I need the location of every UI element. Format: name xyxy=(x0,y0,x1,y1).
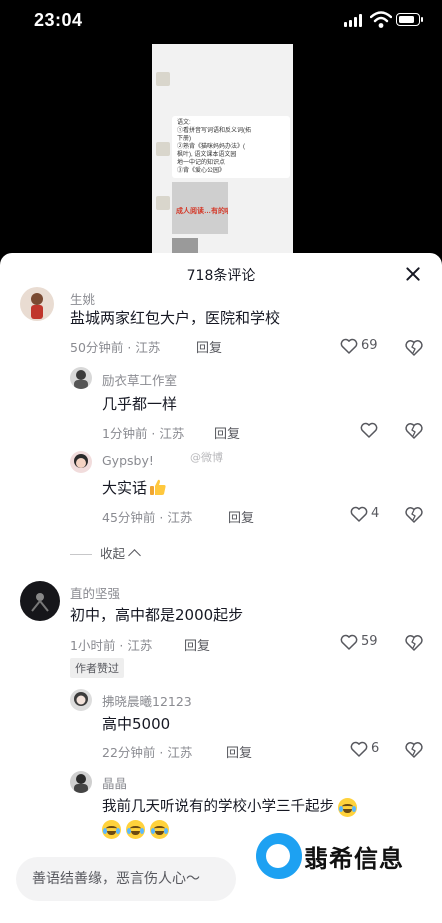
comment-username[interactable]: 生姚 xyxy=(70,289,95,308)
avatar[interactable] xyxy=(70,689,92,711)
comment-text: 高中5000 xyxy=(102,715,171,733)
dislike-icon[interactable] xyxy=(404,505,424,525)
comment-meta: 50分钟前 · 江苏 xyxy=(70,340,161,355)
status-time: 23:04 xyxy=(34,10,83,30)
battery-icon xyxy=(396,13,423,26)
chevron-up-icon xyxy=(128,549,141,562)
comment-meta: 1小时前 · 江苏 xyxy=(70,638,153,653)
chat-image: 成人阅读…有的呢让之心呢? xyxy=(172,182,228,234)
dislike-icon[interactable] xyxy=(404,740,424,760)
heart-icon xyxy=(350,741,368,757)
close-icon[interactable] xyxy=(402,263,424,285)
emoji-row xyxy=(102,819,174,839)
like-button[interactable]: 69 xyxy=(340,337,392,357)
avatar[interactable] xyxy=(70,367,92,389)
comment-count-title: 718条评论 xyxy=(186,268,256,284)
wifi-icon xyxy=(370,11,392,28)
comment-meta: 1分钟前 · 江苏 xyxy=(102,426,185,441)
avatar-figure-icon xyxy=(31,593,49,612)
chat-avatar xyxy=(156,196,170,210)
comment-text: 初中，高中都是2000起步 xyxy=(70,606,244,624)
like-button[interactable]: 6 xyxy=(350,740,402,760)
avatar-person-icon xyxy=(74,692,88,706)
video-preview[interactable]: 语文: ①看拼音写词语和反义词(拓 下册) ②熟背《猫咪妈妈办法》( 枫叶), … xyxy=(152,44,293,254)
comment-text: 盐城两家红包大户，医院和学校 xyxy=(70,309,281,327)
avatar-figure-icon xyxy=(31,293,43,319)
avatar[interactable] xyxy=(70,771,92,793)
heart-icon xyxy=(340,634,358,650)
reply-button[interactable]: 回复 xyxy=(228,507,254,526)
status-bar: 23:04 xyxy=(0,0,442,40)
heart-icon xyxy=(360,422,378,438)
comment-input[interactable] xyxy=(32,857,232,901)
avatar-person-icon xyxy=(74,454,88,468)
chat-avatar xyxy=(156,142,170,156)
crying-laughing-emoji-icon xyxy=(150,820,169,839)
heart-icon xyxy=(340,338,358,354)
reply-button[interactable]: 回复 xyxy=(226,742,252,761)
like-count: 6 xyxy=(371,741,380,756)
bubble-line: 下册) xyxy=(177,136,191,142)
reply-button[interactable]: 回复 xyxy=(196,337,222,356)
brand-watermark: 翡希信息 xyxy=(304,845,404,873)
chat-bubble: 语文: ①看拼音写词语和反义词(拓 下册) ②熟背《猫咪妈妈办法》( 枫叶), … xyxy=(172,116,290,178)
heart-icon xyxy=(350,506,368,522)
reply-button[interactable]: 回复 xyxy=(184,635,210,654)
chat-avatar xyxy=(156,72,170,86)
crying-laughing-emoji-icon xyxy=(126,820,145,839)
comment-meta: 45分钟前 · 江苏 xyxy=(102,510,193,525)
avatar[interactable] xyxy=(70,451,92,473)
bubble-line: 地一中记的知识点 xyxy=(177,160,226,166)
bubble-line: ③背《爱心公园》 xyxy=(177,168,226,174)
comment-text-content: 我前几天听说有的学校小学三千起步 xyxy=(102,799,334,815)
like-button[interactable]: 4 xyxy=(350,505,402,525)
dislike-icon[interactable] xyxy=(404,633,424,653)
crying-laughing-emoji-icon xyxy=(102,820,121,839)
bubble-line: ②熟背《猫咪妈妈办法》( xyxy=(177,144,245,150)
comment-input-bar[interactable] xyxy=(16,857,236,901)
divider xyxy=(70,554,92,555)
collapse-label: 收起 xyxy=(100,546,126,561)
dislike-icon[interactable] xyxy=(404,338,424,358)
bubble-line: ①看拼音写词语和反义词(拓 xyxy=(177,128,251,134)
like-count: 4 xyxy=(371,506,380,521)
comment-text: 大实话 xyxy=(102,477,167,498)
avatar[interactable] xyxy=(20,287,54,321)
bubble-line: 枫叶), 语文课本语文园 xyxy=(177,152,237,158)
weibo-watermark: @微博 xyxy=(190,451,223,464)
comment-sheet: 718条评论 生姚 盐城两家红包大户，医院和学校 50分钟前 · 江苏 回复 6… xyxy=(0,253,442,923)
reply-button[interactable]: 回复 xyxy=(214,423,240,442)
comment-username[interactable]: 晶晶 xyxy=(102,773,127,792)
comment-meta: 22分钟前 · 江苏 xyxy=(102,745,193,760)
chat-image xyxy=(172,238,198,254)
comment-text-content: 大实话 xyxy=(102,479,148,497)
author-liked-badge: 作者赞过 xyxy=(70,658,124,678)
avatar-person-icon xyxy=(74,370,88,389)
chat-image-caption: 成人阅读…有的呢让之心呢? xyxy=(176,208,228,215)
avatar-person-icon xyxy=(74,774,88,793)
comment-text: 几乎都一样 xyxy=(102,395,178,413)
comment-text: 我前几天听说有的学校小学三千起步 xyxy=(102,795,362,817)
signal-icon xyxy=(344,14,362,27)
brand-logo-icon xyxy=(256,833,302,879)
like-count: 59 xyxy=(361,634,378,649)
crying-laughing-emoji-icon xyxy=(338,797,357,817)
comment-username[interactable]: Gypsby! xyxy=(102,453,154,468)
comment-username[interactable]: 励衣草工作室 xyxy=(102,370,177,389)
collapse-replies-button[interactable]: 收起 xyxy=(70,543,141,562)
dislike-icon[interactable] xyxy=(404,421,424,441)
comment-username[interactable]: 直的坚强 xyxy=(70,583,120,602)
bubble-line: 语文: xyxy=(177,120,191,126)
avatar[interactable] xyxy=(20,581,60,621)
like-button[interactable]: 59 xyxy=(340,633,392,653)
comment-username[interactable]: 拂晓晨曦12123 xyxy=(102,691,192,710)
like-count: 69 xyxy=(361,338,378,353)
thumbs-up-icon xyxy=(149,478,167,496)
